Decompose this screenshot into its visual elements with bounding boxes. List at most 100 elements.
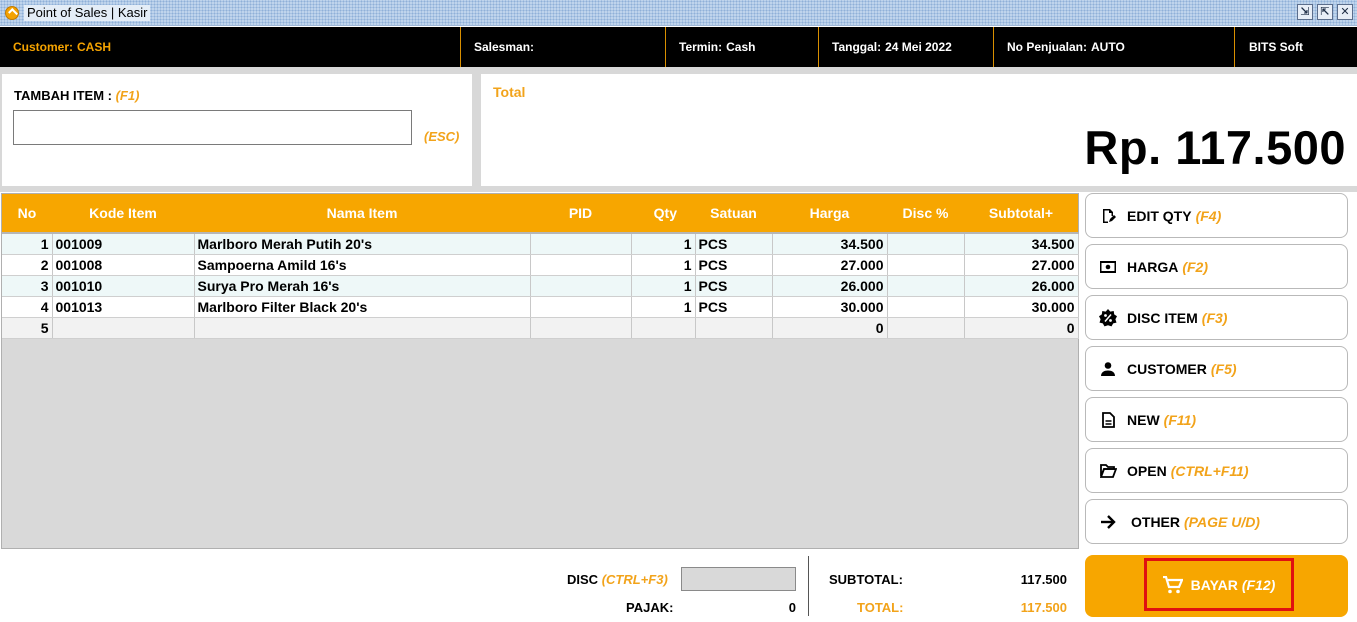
separator	[0, 67, 1357, 74]
cell-subtotal: 34.500	[964, 233, 1079, 255]
info-bar: Customer: CASH Salesman: Termin: Cash Tang…	[0, 27, 1357, 67]
col-header-subtotal[interactable]: Subtotal+	[964, 194, 1078, 234]
cell-nama: Marlboro Merah Putih 20's	[194, 233, 531, 255]
table-row[interactable]: 1 001009 Marlboro Merah Putih 20's 1 PCS…	[2, 233, 1079, 255]
cell-no: 2	[2, 254, 53, 276]
total-amount: Rp. 117.500	[1084, 121, 1346, 174]
disc-input[interactable]	[681, 567, 796, 591]
harga-shortcut: (F2)	[1182, 258, 1209, 275]
cell-no: 1	[2, 233, 53, 255]
tanggal-info: Tanggal: 24 Mei 2022	[819, 27, 994, 67]
new-button[interactable]: NEW (F11)	[1085, 397, 1348, 442]
col-header-kode[interactable]: Kode Item	[52, 194, 194, 234]
window-title: Point of Sales | Kasir	[24, 5, 151, 21]
arrow-right-icon	[1099, 513, 1117, 531]
cell-disc	[887, 317, 965, 339]
customer-info: Customer: CASH	[0, 27, 461, 67]
cell-nama: Surya Pro Merah 16's	[194, 275, 531, 297]
customer-value: CASH	[77, 40, 112, 54]
cell-subtotal: 30.000	[964, 296, 1079, 318]
window-controls: ⇲ ⇱ ✕	[1297, 4, 1353, 20]
salesman-info: Salesman:	[461, 27, 666, 67]
harga-button[interactable]: HARGA (F2)	[1085, 244, 1348, 289]
col-header-satuan[interactable]: Satuan	[695, 194, 772, 234]
cell-kode: 001010	[52, 275, 195, 297]
table-row[interactable]: 3 001010 Surya Pro Merah 16's 1 PCS 26.0…	[2, 275, 1079, 297]
cell-qty: 1	[631, 254, 696, 276]
edit-qty-shortcut: (F4)	[1195, 207, 1222, 224]
cell-subtotal: 0	[964, 317, 1079, 339]
cell-nama: Marlboro Filter Black 20's	[194, 296, 531, 318]
customer-label: Customer:	[13, 40, 74, 54]
open-shortcut: (CTRL+F11)	[1170, 462, 1249, 479]
add-item-panel: TAMBAH ITEM : (F1) (ESC)	[2, 74, 472, 186]
items-table-container[interactable]: No Kode Item Nama Item PID Qty Satuan Ha…	[1, 193, 1079, 549]
cell-no: 4	[2, 296, 53, 318]
pajak-value: 0	[788, 600, 796, 615]
cell-kode: 001008	[52, 254, 195, 276]
edit-qty-button[interactable]: EDIT QTY (F4)	[1085, 193, 1348, 238]
discount-icon	[1099, 308, 1117, 327]
separator	[0, 186, 1357, 192]
cell-harga: 27.000	[772, 254, 888, 276]
cell-no: 5	[2, 317, 53, 339]
disc-item-shortcut: (F3)	[1201, 309, 1228, 326]
cell-qty: 1	[631, 233, 696, 255]
disc-item-button[interactable]: DISC ITEM (F3)	[1085, 295, 1348, 340]
cell-harga: 0	[772, 317, 888, 339]
close-icon[interactable]: ✕	[1337, 4, 1353, 20]
cell-pid	[530, 275, 632, 297]
folder-open-icon	[1099, 462, 1117, 480]
cell-satuan: PCS	[695, 233, 773, 255]
esc-hint: (ESC)	[424, 129, 460, 144]
cell-subtotal: 27.000	[964, 254, 1079, 276]
cell-kode: 001013	[52, 296, 195, 318]
col-header-disc[interactable]: Disc %	[887, 194, 964, 234]
cell-pid	[530, 296, 632, 318]
cell-disc	[887, 233, 965, 255]
person-icon	[1099, 360, 1117, 378]
edit-icon	[1099, 207, 1117, 225]
document-icon	[1099, 411, 1117, 429]
harga-label: HARGA	[1127, 258, 1179, 275]
restore-icon[interactable]: ⇲	[1297, 4, 1313, 20]
cell-satuan	[695, 317, 773, 339]
bayar-highlight: BAYAR (F12)	[1144, 558, 1294, 611]
table-row[interactable]: 4 001013 Marlboro Filter Black 20's 1 PC…	[2, 296, 1079, 318]
separator	[472, 74, 481, 186]
items-table: No Kode Item Nama Item PID Qty Satuan Ha…	[2, 194, 1079, 339]
title-bar: Point of Sales | Kasir ⇲ ⇱ ✕	[0, 0, 1357, 26]
col-header-no[interactable]: No	[2, 194, 52, 234]
customer-button[interactable]: CUSTOMER (F5)	[1085, 346, 1348, 391]
add-item-shortcut: (F1)	[115, 88, 140, 103]
open-button[interactable]: OPEN (CTRL+F11)	[1085, 448, 1348, 493]
table-row[interactable]: 2 001008 Sampoerna Amild 16's 1 PCS 27.0…	[2, 254, 1079, 276]
bayar-button[interactable]: BAYAR (F12)	[1085, 555, 1348, 617]
cell-qty: 1	[631, 296, 696, 318]
no-penjualan-info: No Penjualan: AUTO	[994, 27, 1235, 67]
table-row[interactable]: 5 0 0	[2, 317, 1079, 339]
bayar-shortcut: (F12)	[1241, 576, 1276, 593]
add-item-input[interactable]	[13, 110, 412, 145]
money-icon	[1099, 258, 1117, 276]
col-header-harga[interactable]: Harga	[772, 194, 887, 234]
new-label: NEW	[1127, 411, 1160, 428]
table-header-row: No Kode Item Nama Item PID Qty Satuan Ha…	[2, 194, 1078, 234]
other-button[interactable]: OTHER (PAGE U/D)	[1085, 499, 1348, 544]
new-shortcut: (F11)	[1163, 411, 1197, 428]
cell-pid	[530, 233, 632, 255]
other-label: OTHER	[1131, 513, 1180, 530]
col-header-pid[interactable]: PID	[530, 194, 631, 234]
cell-qty: 1	[631, 275, 696, 297]
total-label: Total	[493, 84, 526, 100]
cell-kode: 001009	[52, 233, 195, 255]
cell-qty	[631, 317, 696, 339]
cell-subtotal: 26.000	[964, 275, 1079, 297]
cell-satuan: PCS	[695, 296, 773, 318]
customer-label-btn: CUSTOMER	[1127, 360, 1207, 377]
maximize-icon[interactable]: ⇱	[1317, 4, 1333, 20]
cell-pid	[530, 317, 632, 339]
col-header-qty[interactable]: Qty	[631, 194, 695, 234]
disc-label-text: DISC	[567, 572, 599, 587]
col-header-nama[interactable]: Nama Item	[194, 194, 530, 234]
